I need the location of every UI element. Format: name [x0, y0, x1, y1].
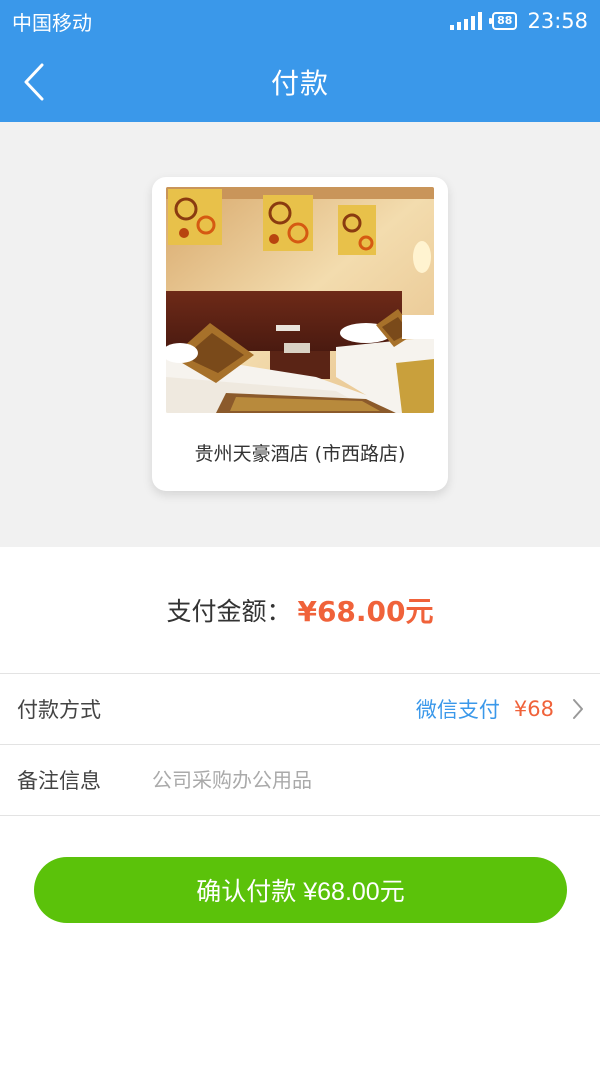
remark-input[interactable] [152, 768, 584, 792]
payment-screen: 中国移动 88 23:58 付款 贵州天豪酒店 (市西路店) 支付金额： ¥68… [0, 0, 600, 1067]
hotel-photo [166, 187, 434, 413]
status-icons: 88 23:58 [450, 9, 588, 33]
clock: 23:58 [527, 9, 588, 33]
hotel-section: 贵州天豪酒店 (市西路店) [0, 122, 600, 547]
payment-method-row[interactable]: 付款方式 微信支付 ¥68 [0, 674, 600, 745]
status-bar: 中国移动 88 23:58 [0, 0, 600, 42]
confirm-payment-button[interactable]: 确认付款 ¥68.00元 [34, 857, 567, 923]
hotel-name: 贵州天豪酒店 (市西路店) [194, 443, 406, 465]
carrier-label: 中国移动 [12, 10, 92, 35]
payment-amount: 支付金额： ¥68.00元 [0, 547, 600, 674]
page-title: 付款 [270, 67, 329, 100]
amount-label: 支付金额： [166, 597, 292, 626]
battery-icon: 88 [489, 12, 518, 30]
payment-method-amount: ¥68 [513, 697, 554, 721]
chevron-left-icon [24, 63, 44, 101]
hotel-card: 贵州天豪酒店 (市西路店) [152, 177, 448, 491]
payment-method-value: 微信支付 [415, 698, 500, 722]
remark-row: 备注信息 [0, 745, 600, 816]
remark-label: 备注信息 [17, 769, 101, 793]
amount-value: ¥68.00元 [297, 595, 434, 628]
payment-method-label: 付款方式 [17, 698, 101, 722]
chevron-right-icon [573, 699, 583, 719]
back-button[interactable] [14, 60, 54, 104]
payment-method-selector[interactable]: 微信支付 ¥68 [416, 694, 584, 724]
hotel-room-image [166, 187, 434, 413]
signal-icon [450, 12, 483, 30]
nav-bar: 付款 [0, 42, 600, 122]
